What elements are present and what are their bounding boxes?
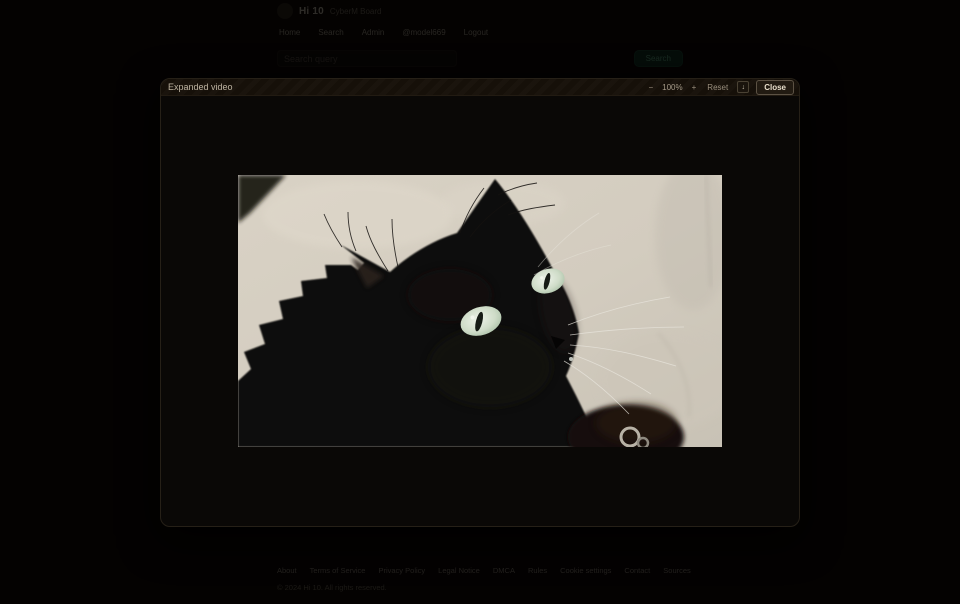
reset-zoom-button[interactable]: Reset xyxy=(705,83,730,92)
zoom-in-button[interactable]: + xyxy=(690,83,699,92)
modal-titlebar: Expanded video − 100% + Reset ↓ Close xyxy=(161,79,799,96)
modal-title: Expanded video xyxy=(168,82,233,92)
video-frame[interactable] xyxy=(238,175,722,447)
close-button[interactable]: Close xyxy=(756,80,794,95)
zoom-level-value: 100% xyxy=(662,83,682,92)
download-button[interactable]: ↓ xyxy=(737,81,749,93)
cat-chin-glint xyxy=(569,357,573,361)
expanded-video-modal: Expanded video − 100% + Reset ↓ Close xyxy=(160,78,800,527)
modal-body xyxy=(161,96,799,526)
download-icon: ↓ xyxy=(741,84,745,91)
zoom-out-button[interactable]: − xyxy=(646,83,655,92)
modal-toolbar: − 100% + Reset ↓ Close xyxy=(646,80,794,95)
